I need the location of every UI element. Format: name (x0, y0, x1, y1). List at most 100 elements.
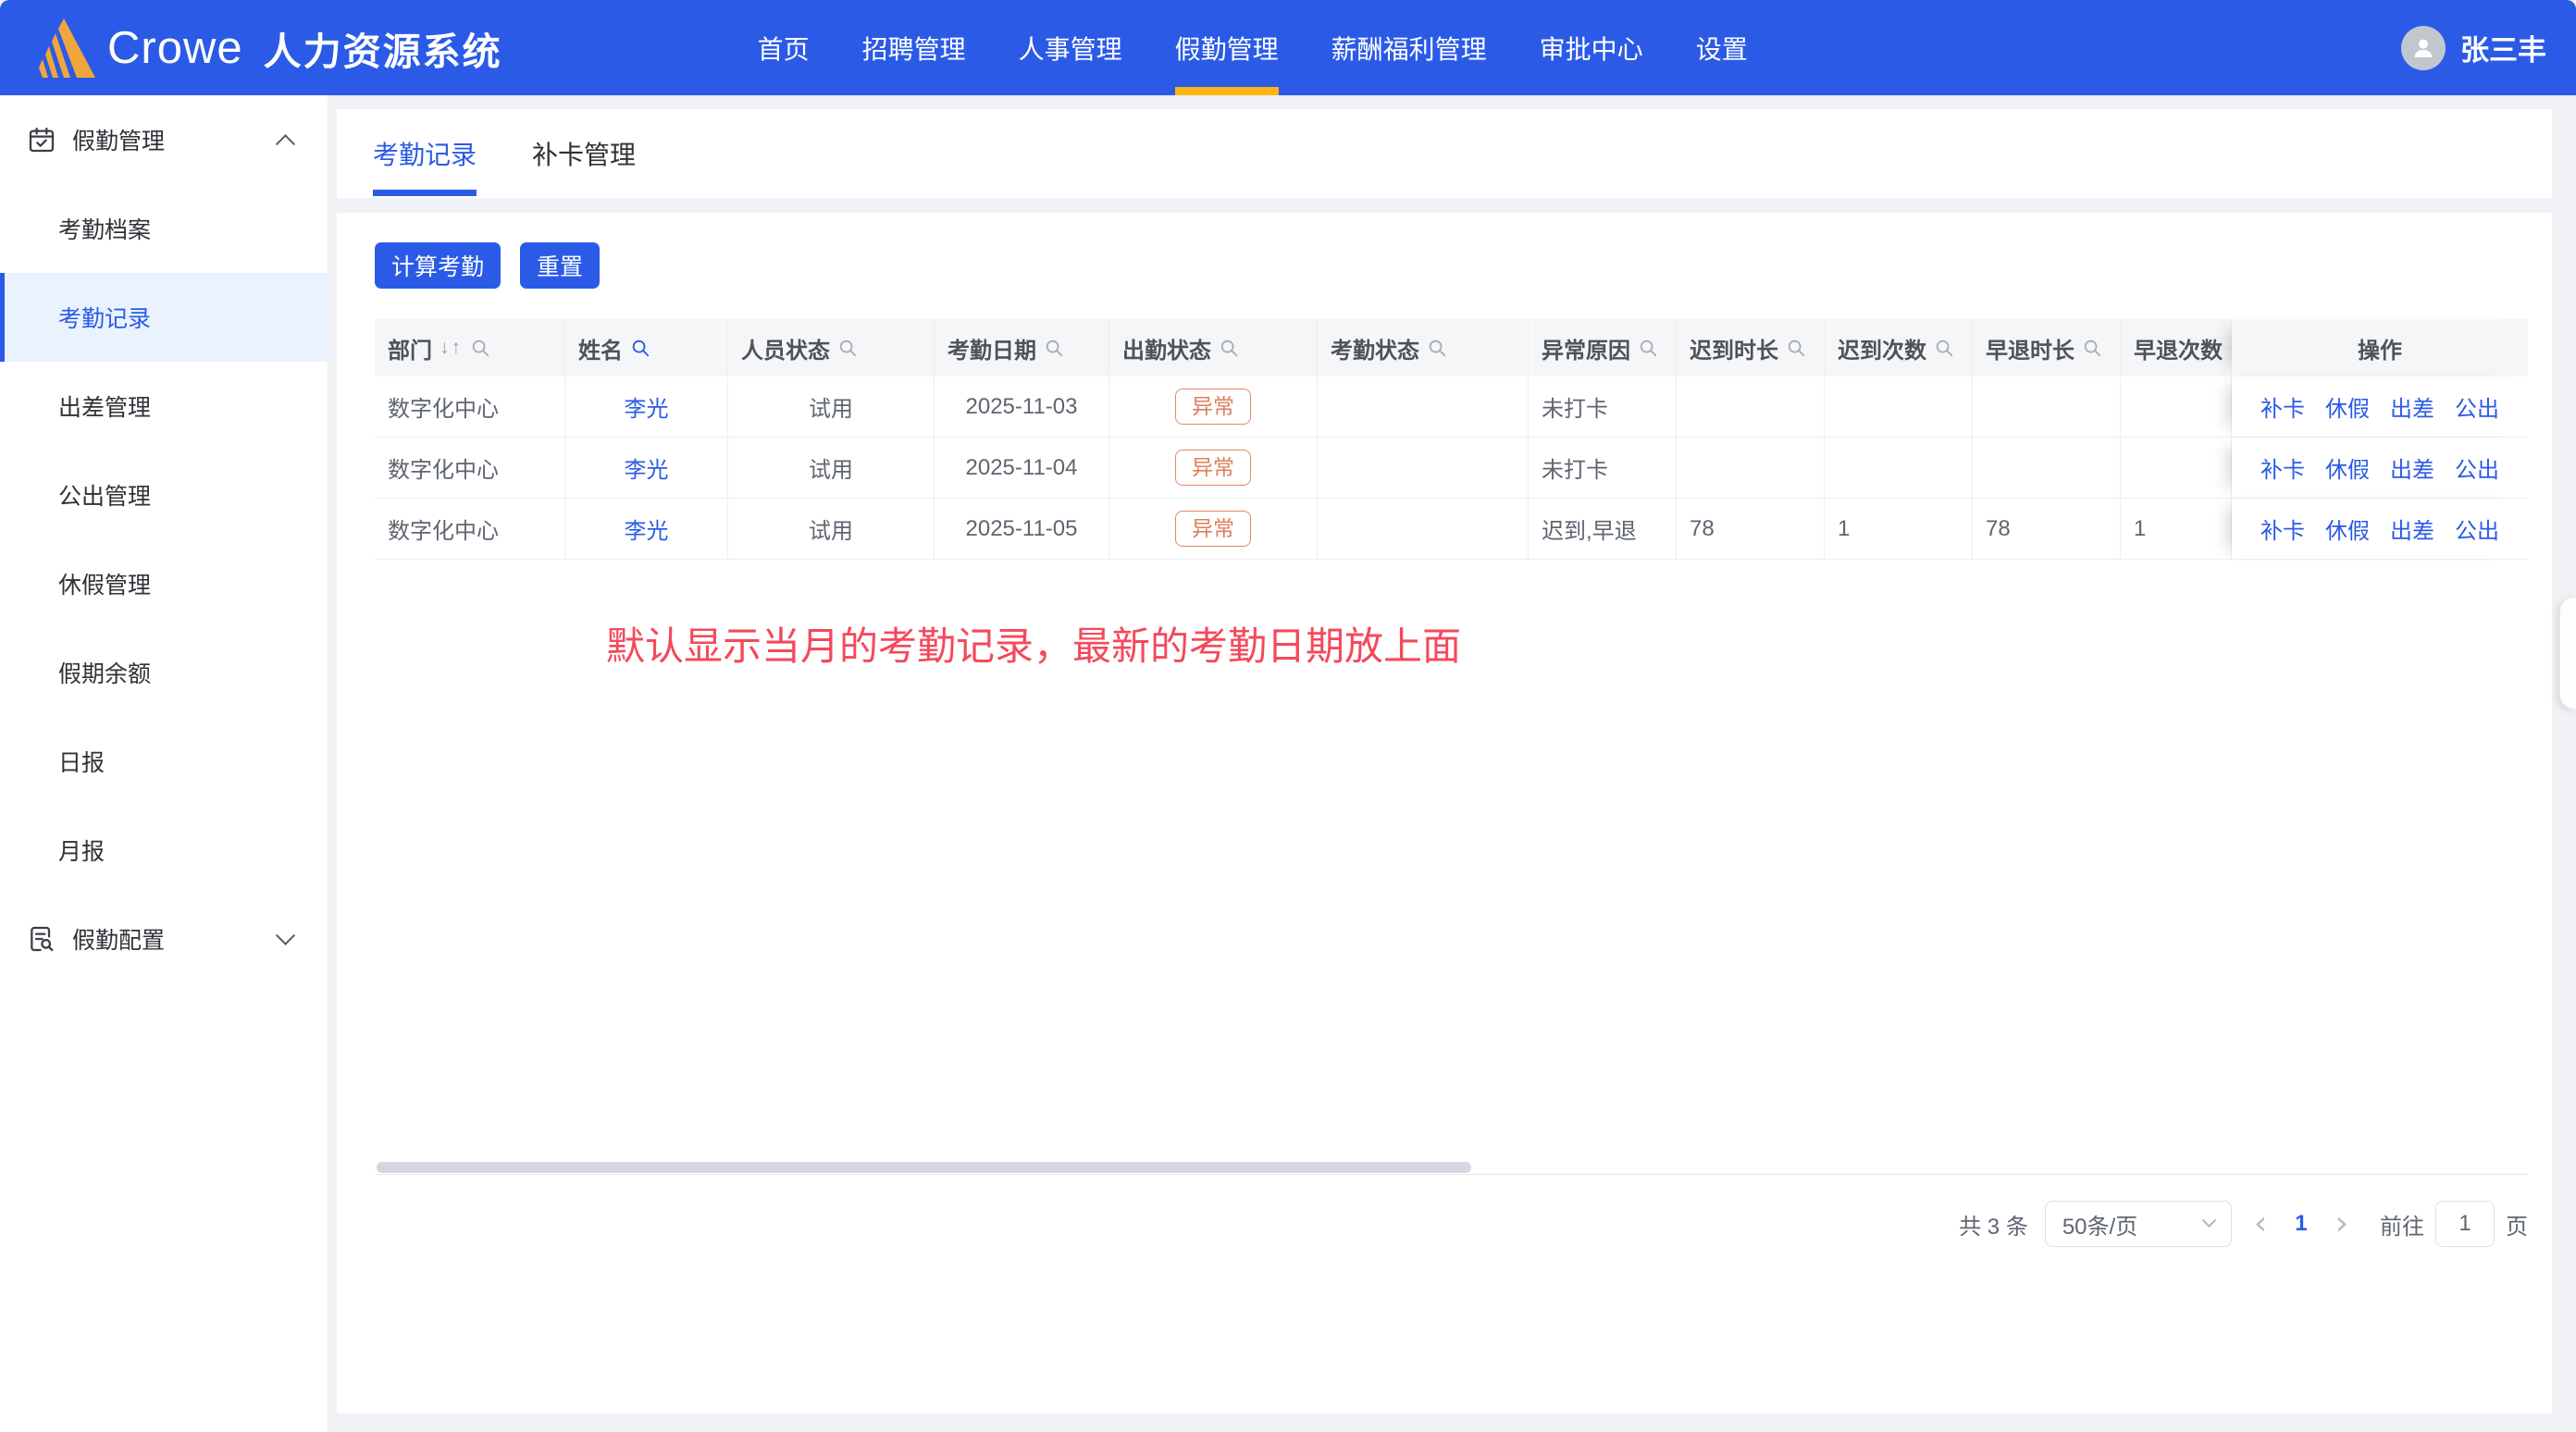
search-icon[interactable] (1786, 338, 1806, 358)
goto-label: 前往 (2380, 1208, 2424, 1241)
cell-name: 李光 (565, 438, 728, 498)
search-icon[interactable] (2082, 338, 2102, 358)
search-icon[interactable] (1427, 338, 1447, 358)
employee-name-link[interactable]: 李光 (625, 451, 669, 484)
search-icon[interactable] (1934, 338, 1954, 358)
cell-late-count: 1 (1825, 499, 1973, 559)
next-page-button[interactable]: › (2330, 1207, 2354, 1241)
reclock-action-link[interactable]: 补卡 (2260, 451, 2305, 484)
search-icon[interactable] (1638, 338, 1658, 358)
user-menu[interactable]: 张三丰 (2401, 0, 2546, 95)
tab-bar: 考勤记录 补卡管理 (337, 109, 2552, 198)
sidebar-item-attendance-archive[interactable]: 考勤档案 (0, 184, 328, 273)
attendance-table: 部门 ↓↑ 姓名 人员状态 考勤日期 (375, 319, 2528, 1175)
trip-action-link[interactable]: 出差 (2390, 512, 2434, 545)
column-header-attend-status[interactable]: 出勤状态 (1109, 319, 1318, 377)
column-header-late-duration[interactable]: 迟到时长 (1677, 319, 1825, 377)
column-header-date[interactable]: 考勤日期 (935, 319, 1109, 377)
column-header-name[interactable]: 姓名 (565, 319, 728, 377)
sort-icon[interactable]: ↓↑ (440, 337, 463, 359)
sidebar-group-label: 假勤管理 (72, 123, 165, 156)
page-number-1[interactable]: 1 (2289, 1211, 2312, 1237)
sidebar-group-attendance[interactable]: 假勤管理 (0, 95, 328, 184)
employee-name-link[interactable]: 李光 (625, 390, 669, 423)
nav-item-home[interactable]: 首页 (758, 0, 810, 95)
sidebar-item-monthly-report[interactable]: 月报 (0, 806, 328, 895)
leave-action-link[interactable]: 休假 (2325, 512, 2370, 545)
nav-item-settings[interactable]: 设置 (1696, 0, 1748, 95)
annotation-note: 默认显示当月的考勤记录，最新的考勤日期放上面 (606, 615, 1461, 672)
search-icon[interactable] (2228, 338, 2231, 358)
nav-item-recruit[interactable]: 招聘管理 (862, 0, 966, 95)
abnormal-status-badge[interactable]: 异常 (1175, 389, 1251, 426)
nav-item-approval[interactable]: 审批中心 (1540, 0, 1643, 95)
search-icon[interactable] (837, 338, 858, 358)
horizontal-scrollbar-thumb[interactable] (377, 1162, 1471, 1173)
column-header-abnormal-reason[interactable]: 异常原因 (1529, 319, 1677, 377)
cell-abnormal-reason: 未打卡 (1529, 377, 1677, 437)
tab-reclock-management[interactable]: 补卡管理 (532, 109, 636, 198)
page-unit-label: 页 (2506, 1208, 2528, 1241)
sidebar-item-business-trip[interactable]: 出差管理 (0, 362, 328, 451)
nav-item-attendance[interactable]: 假勤管理 (1175, 0, 1279, 95)
column-header-early-duration[interactable]: 早退时长 (1973, 319, 2121, 377)
main-area: 考勤记录 补卡管理 计算考勤 重置 部门 ↓↑ 姓名 (328, 95, 2576, 1432)
table-row: 数字化中心 李光 试用 2025-11-05 异常 迟到,早退 78 1 78 … (375, 499, 2528, 560)
search-icon[interactable] (470, 338, 490, 358)
table-header-row: 部门 ↓↑ 姓名 人员状态 考勤日期 (375, 319, 2528, 377)
reclock-action-link[interactable]: 补卡 (2260, 512, 2305, 545)
goto-page-input[interactable] (2435, 1201, 2495, 1247)
sidebar-item-leave-balance[interactable]: 假期余额 (0, 628, 328, 717)
employee-name-link[interactable]: 李光 (625, 512, 669, 545)
sidebar-group-attendance-config[interactable]: 假勤配置 (0, 895, 328, 983)
cell-early-duration: 78 (1973, 499, 2121, 559)
reset-button[interactable]: 重置 (520, 242, 600, 289)
abnormal-status-badge[interactable]: 异常 (1175, 450, 1251, 487)
column-header-early-count[interactable]: 早退次数 (2121, 319, 2232, 377)
sidebar-item-leave[interactable]: 休假管理 (0, 539, 328, 628)
cell-early-count (2121, 438, 2232, 498)
table-row: 数字化中心 李光 试用 2025-11-04 异常 未打卡 补卡 休假 (375, 438, 2528, 499)
cell-attend-status: 异常 (1109, 377, 1318, 437)
page-size-value: 50条/页 (2062, 1208, 2137, 1241)
table-row: 数字化中心 李光 试用 2025-11-03 异常 未打卡 补卡 休假 (375, 377, 2528, 438)
brand-name: Crowe (107, 22, 243, 74)
nav-item-hr[interactable]: 人事管理 (1019, 0, 1122, 95)
outing-action-link[interactable]: 公出 (2455, 390, 2499, 423)
cell-department: 数字化中心 (375, 377, 565, 437)
sidebar-item-daily-report[interactable]: 日报 (0, 717, 328, 806)
prev-page-button[interactable]: ‹ (2248, 1207, 2273, 1241)
product-title: 人力资源系统 (264, 20, 502, 76)
search-icon[interactable] (1044, 338, 1064, 358)
outing-action-link[interactable]: 公出 (2455, 512, 2499, 545)
calculate-attendance-button[interactable]: 计算考勤 (375, 242, 501, 289)
pagination: 共 3 条 50条/页 ‹ 1 › 前往 页 (375, 1201, 2528, 1247)
search-icon-active[interactable] (630, 338, 650, 358)
leave-action-link[interactable]: 休假 (2325, 451, 2370, 484)
column-header-late-count[interactable]: 迟到次数 (1825, 319, 1973, 377)
nav-item-payroll[interactable]: 薪酬福利管理 (1331, 0, 1487, 95)
trip-action-link[interactable]: 出差 (2390, 390, 2434, 423)
outing-action-link[interactable]: 公出 (2455, 451, 2499, 484)
page-size-select[interactable]: 50条/页 (2045, 1201, 2232, 1247)
abnormal-status-badge[interactable]: 异常 (1175, 511, 1251, 548)
sidebar-item-outing[interactable]: 公出管理 (0, 451, 328, 539)
cell-early-duration (1973, 377, 2121, 437)
leave-action-link[interactable]: 休假 (2325, 390, 2370, 423)
content-card: 计算考勤 重置 部门 ↓↑ 姓名 人员状态 (337, 213, 2552, 1413)
cell-late-count (1825, 438, 1973, 498)
main-nav: 首页 招聘管理 人事管理 假勤管理 薪酬福利管理 审批中心 设置 (758, 0, 1748, 95)
tab-attendance-records[interactable]: 考勤记录 (373, 109, 477, 198)
top-navbar: Crowe 人力资源系统 首页 招聘管理 人事管理 假勤管理 薪酬福利管理 审批… (0, 0, 2576, 95)
trip-action-link[interactable]: 出差 (2390, 451, 2434, 484)
collapsed-panel-handle[interactable] (2559, 597, 2576, 710)
reclock-action-link[interactable]: 补卡 (2260, 390, 2305, 423)
table-empty-area: 默认显示当月的考勤记录，最新的考勤日期放上面 (375, 560, 2528, 1161)
column-header-check-status[interactable]: 考勤状态 (1318, 319, 1529, 377)
column-header-person-status[interactable]: 人员状态 (728, 319, 935, 377)
column-header-department[interactable]: 部门 ↓↑ (375, 319, 565, 377)
sidebar-item-attendance-records[interactable]: 考勤记录 (0, 273, 328, 362)
chevron-down-icon (2202, 1213, 2217, 1228)
cell-person-status: 试用 (728, 377, 935, 437)
search-icon[interactable] (1219, 338, 1239, 358)
